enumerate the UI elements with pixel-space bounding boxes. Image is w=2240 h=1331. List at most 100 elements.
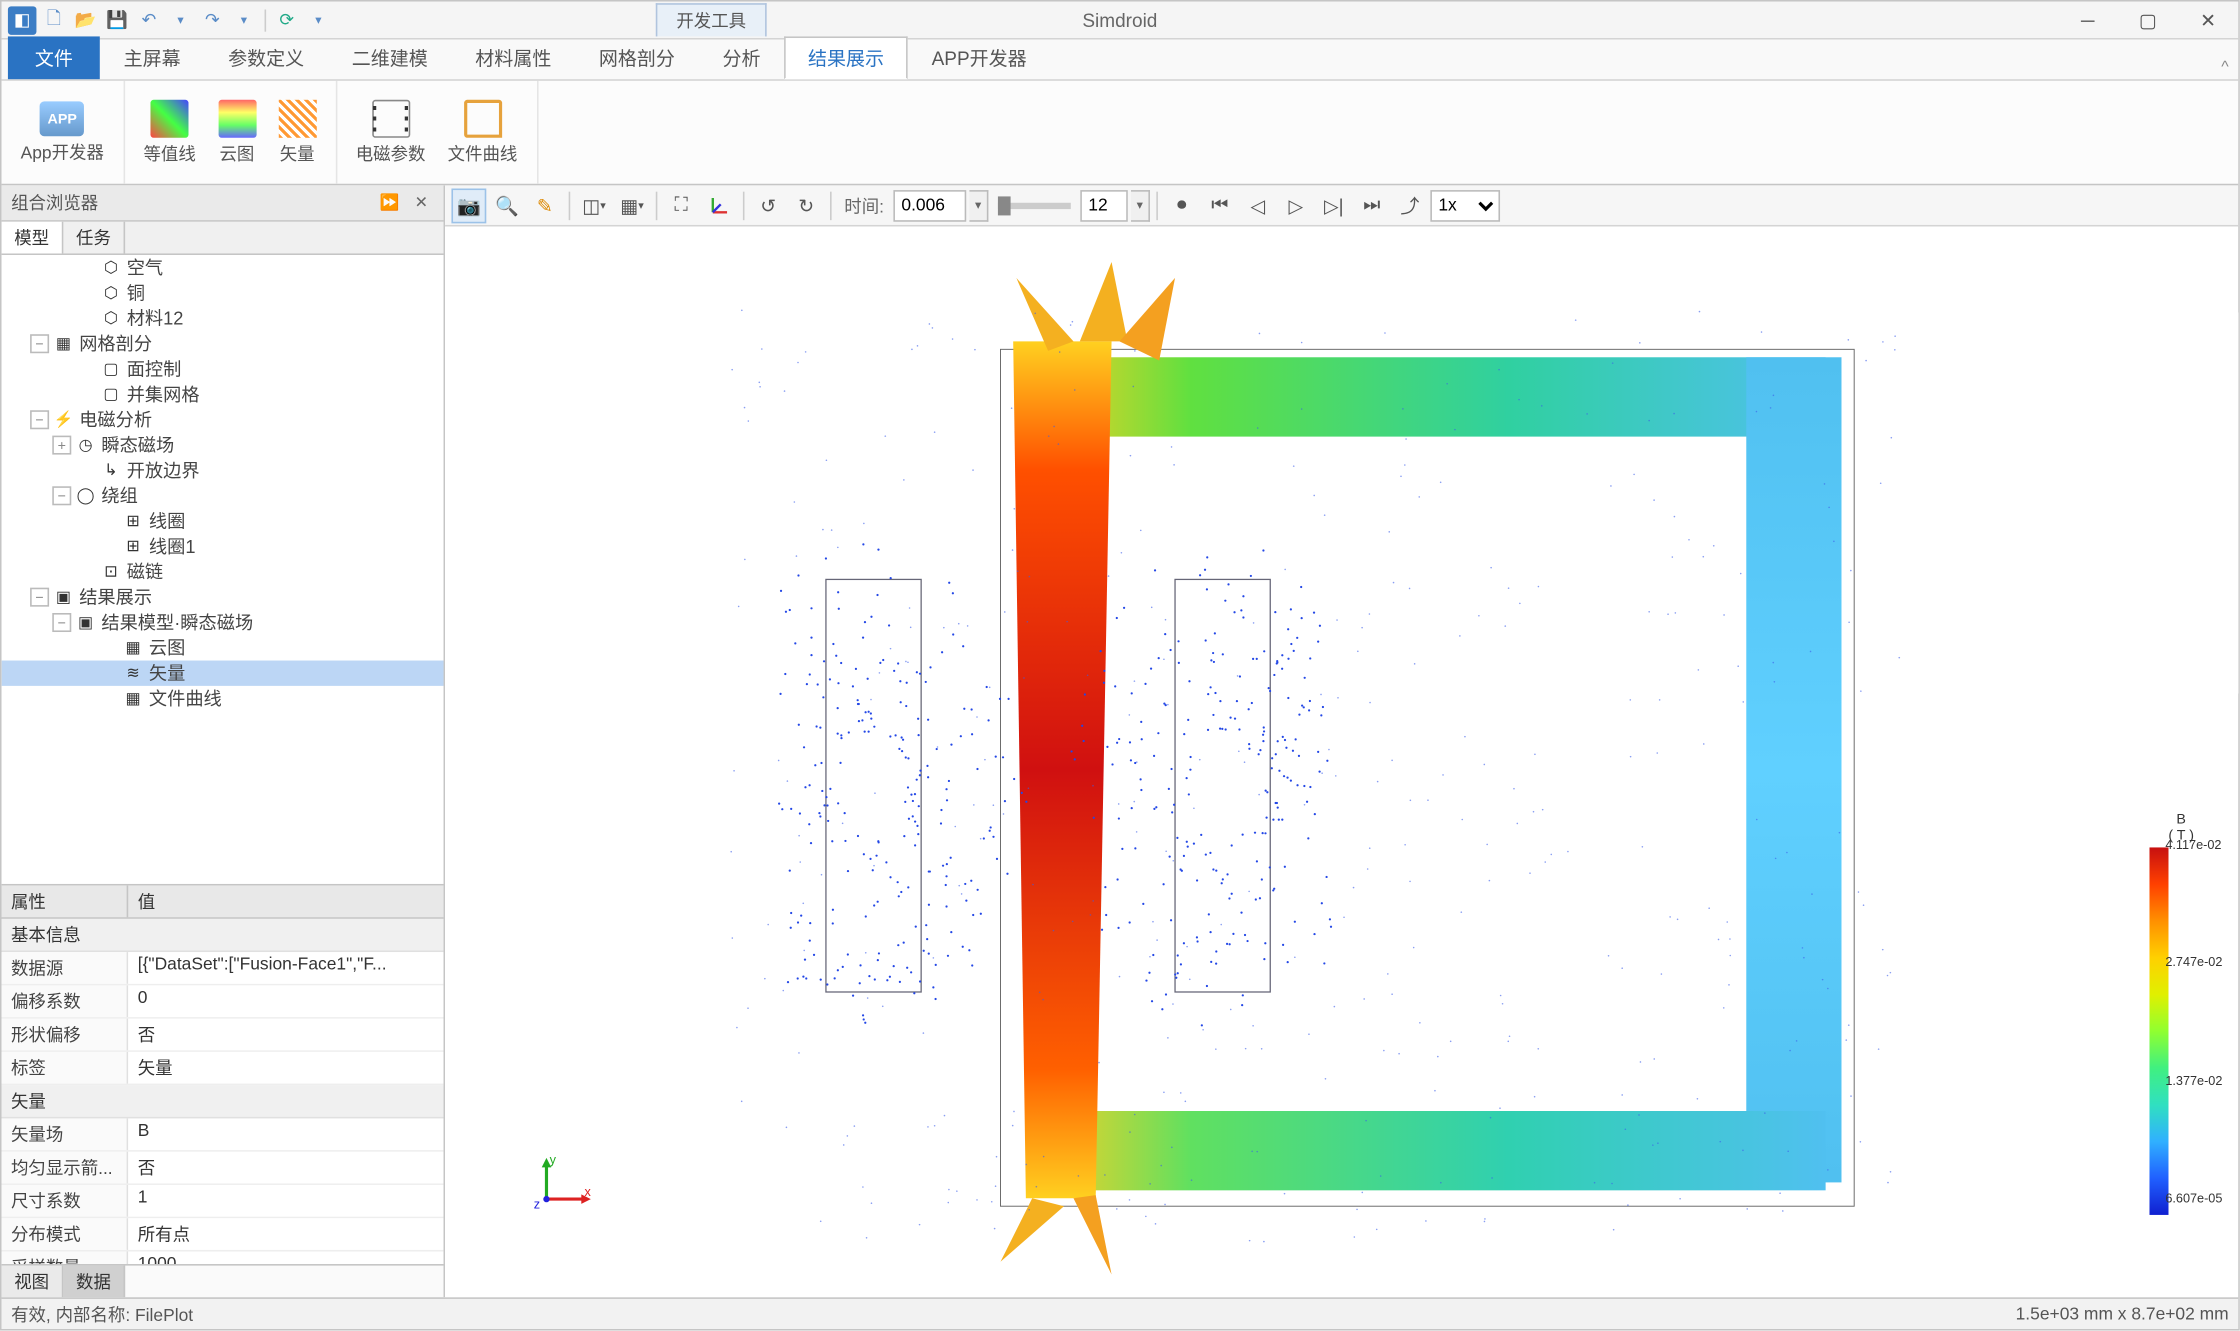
dev-tool-tab[interactable]: 开发工具 — [656, 3, 767, 36]
tb-last-icon[interactable]: ⏭ — [1354, 188, 1389, 223]
ribbon-tab-analysis[interactable]: 分析 — [699, 36, 785, 79]
property-row[interactable]: 形状偏移否 — [2, 1019, 444, 1052]
close-button[interactable]: ✕ — [2178, 2, 2238, 37]
redo-dropdown-icon[interactable]: ▾ — [230, 6, 259, 35]
property-row[interactable]: 尺寸系数1 — [2, 1185, 444, 1218]
new-icon[interactable]: 🗋 — [40, 6, 69, 35]
property-row[interactable]: 采样数量1000 — [2, 1251, 444, 1264]
property-row[interactable]: 矢量场B — [2, 1118, 444, 1151]
ribbon-contour-button[interactable]: 等值线 — [137, 96, 202, 169]
property-row[interactable]: 偏移系数0 — [2, 985, 444, 1018]
prop-value[interactable]: B — [128, 1118, 443, 1150]
tree-item[interactable]: −◯绕组 — [2, 483, 444, 508]
tb-fit-icon[interactable]: ⛶ — [664, 188, 699, 223]
tb-rotate-ccw-icon[interactable]: ↺ — [751, 188, 786, 223]
property-row[interactable]: 标签矢量 — [2, 1052, 444, 1085]
speed-select[interactable]: 1x — [1430, 189, 1500, 221]
ribbon-tab-app-dev[interactable]: APP开发器 — [908, 36, 1051, 79]
tree-item[interactable]: ⬡材料12 — [2, 306, 444, 331]
panel-close-icon[interactable]: ✕ — [409, 190, 434, 215]
tb-record-icon[interactable]: ⏺ — [1164, 188, 1199, 223]
save-icon[interactable]: 💾 — [103, 6, 132, 35]
prop-value[interactable]: 所有点 — [128, 1218, 443, 1250]
ribbon-tab-home[interactable]: 主屏幕 — [100, 36, 205, 79]
tb-camera-icon[interactable]: 📷 — [451, 188, 486, 223]
prop-value[interactable]: 否 — [128, 1019, 443, 1051]
ribbon-em-param-button[interactable]: ⋮⋮ 电磁参数 — [349, 96, 431, 169]
refresh-icon[interactable]: ⟳ — [272, 6, 301, 35]
tree-item[interactable]: +◷瞬态磁场 — [2, 432, 444, 457]
open-icon[interactable]: 📂 — [71, 6, 100, 35]
prop-value[interactable]: [{"DataSet":["Fusion-Face1","F... — [128, 952, 443, 984]
time-slider[interactable] — [998, 202, 1071, 208]
tree-item[interactable]: ⬡铜 — [2, 280, 444, 305]
tree-toggle-icon[interactable]: − — [30, 334, 49, 353]
tree-item[interactable]: −⚡电磁分析 — [2, 407, 444, 432]
ribbon-tab-material[interactable]: 材料属性 — [452, 36, 576, 79]
tree-item[interactable]: ⬡空气 — [2, 255, 444, 280]
prop-value[interactable]: 1 — [128, 1185, 443, 1217]
ribbon-tab-2d-model[interactable]: 二维建模 — [328, 36, 452, 79]
tb-zoom-icon[interactable]: 🔍 — [489, 188, 524, 223]
tb-colormap-icon[interactable]: ▦▾ — [615, 188, 650, 223]
redo-icon[interactable]: ↷ — [198, 6, 227, 35]
property-row[interactable]: 数据源[{"DataSet":["Fusion-Face1","F... — [2, 952, 444, 985]
step-input[interactable] — [1080, 189, 1128, 221]
tb-rotate-cw-icon[interactable]: ↻ — [789, 188, 824, 223]
tree-item[interactable]: ↳开放边界 — [2, 458, 444, 483]
ribbon-tab-param-def[interactable]: 参数定义 — [204, 36, 328, 79]
3d-canvas[interactable]: y x z B ( T ) 4.117e-02 2.74 — [445, 227, 2238, 1298]
ribbon-tab-mesh[interactable]: 网格剖分 — [575, 36, 699, 79]
undo-dropdown-icon[interactable]: ▾ — [166, 6, 195, 35]
tree-item[interactable]: ▢并集网格 — [2, 382, 444, 407]
tree-toggle-icon[interactable]: − — [30, 588, 49, 607]
ribbon-file-curve-button[interactable]: 文件曲线 — [441, 96, 523, 169]
tree-item[interactable]: −▣结果展示 — [2, 584, 444, 609]
ribbon-app-dev-button[interactable]: APP App开发器 — [14, 97, 110, 167]
tree-toggle-icon[interactable]: − — [52, 486, 71, 505]
tree-item[interactable]: ▦文件曲线 — [2, 686, 444, 711]
model-tree[interactable]: ⬡空气⬡铜⬡材料12−▦网格剖分▢面控制▢并集网格−⚡电磁分析+◷瞬态磁场↳开放… — [2, 255, 444, 884]
prop-value[interactable]: 1000 — [128, 1251, 443, 1264]
bottom-tab-view[interactable]: 视图 — [2, 1266, 64, 1298]
step-dropdown[interactable]: ▾ — [1131, 189, 1150, 221]
tb-view-cube-icon[interactable]: ◫▾ — [577, 188, 612, 223]
tb-first-icon[interactable]: ⏮ — [1202, 188, 1237, 223]
ribbon-collapse-icon[interactable]: ^ — [2221, 59, 2228, 76]
ribbon-tab-results[interactable]: 结果展示 — [784, 36, 908, 79]
minimize-button[interactable]: ─ — [2058, 2, 2118, 37]
tree-item[interactable]: ≋矢量 — [2, 661, 444, 686]
panel-expand-icon[interactable]: ⏩ — [377, 190, 402, 215]
tree-tab-task[interactable]: 任务 — [63, 222, 125, 254]
time-input[interactable] — [893, 189, 966, 221]
tree-item[interactable]: −▣结果模型·瞬态磁场 — [2, 610, 444, 635]
tree-item[interactable]: ▦云图 — [2, 635, 444, 660]
tb-clear-icon[interactable]: ✎ — [527, 188, 562, 223]
undo-icon[interactable]: ↶ — [135, 6, 164, 35]
tb-next-icon[interactable]: ▷| — [1316, 188, 1351, 223]
tree-item[interactable]: ⊞线圈 — [2, 508, 444, 533]
maximize-button[interactable]: ▢ — [2118, 2, 2178, 37]
tb-prev-icon[interactable]: ◁ — [1240, 188, 1275, 223]
refresh-dropdown-icon[interactable]: ▾ — [304, 6, 333, 35]
tree-toggle-icon[interactable]: − — [52, 613, 71, 632]
bottom-tab-data[interactable]: 数据 — [63, 1266, 125, 1298]
tree-toggle-icon[interactable]: + — [52, 436, 71, 455]
tree-item[interactable]: ⊞线圈1 — [2, 534, 444, 559]
time-dropdown[interactable]: ▾ — [970, 189, 989, 221]
prop-value[interactable]: 矢量 — [128, 1052, 443, 1084]
property-row[interactable]: 分布模式所有点 — [2, 1218, 444, 1251]
tree-toggle-icon[interactable]: − — [30, 410, 49, 429]
tree-item[interactable]: ▢面控制 — [2, 356, 444, 381]
prop-value[interactable]: 0 — [128, 985, 443, 1017]
ribbon-vector-button[interactable]: 矢量 — [272, 96, 323, 169]
prop-value[interactable]: 否 — [128, 1152, 443, 1184]
tree-tab-model[interactable]: 模型 — [2, 222, 64, 254]
ribbon-tab-file[interactable]: 文件 — [8, 36, 100, 79]
tree-item[interactable]: ⊡磁链 — [2, 559, 444, 584]
tb-axes-icon[interactable] — [702, 188, 737, 223]
ribbon-cloud-button[interactable]: 云图 — [212, 96, 263, 169]
tree-item[interactable]: −▦网格剖分 — [2, 331, 444, 356]
tb-export-icon[interactable]: ⤴ — [1392, 188, 1427, 223]
property-row[interactable]: 均匀显示箭...否 — [2, 1152, 444, 1185]
